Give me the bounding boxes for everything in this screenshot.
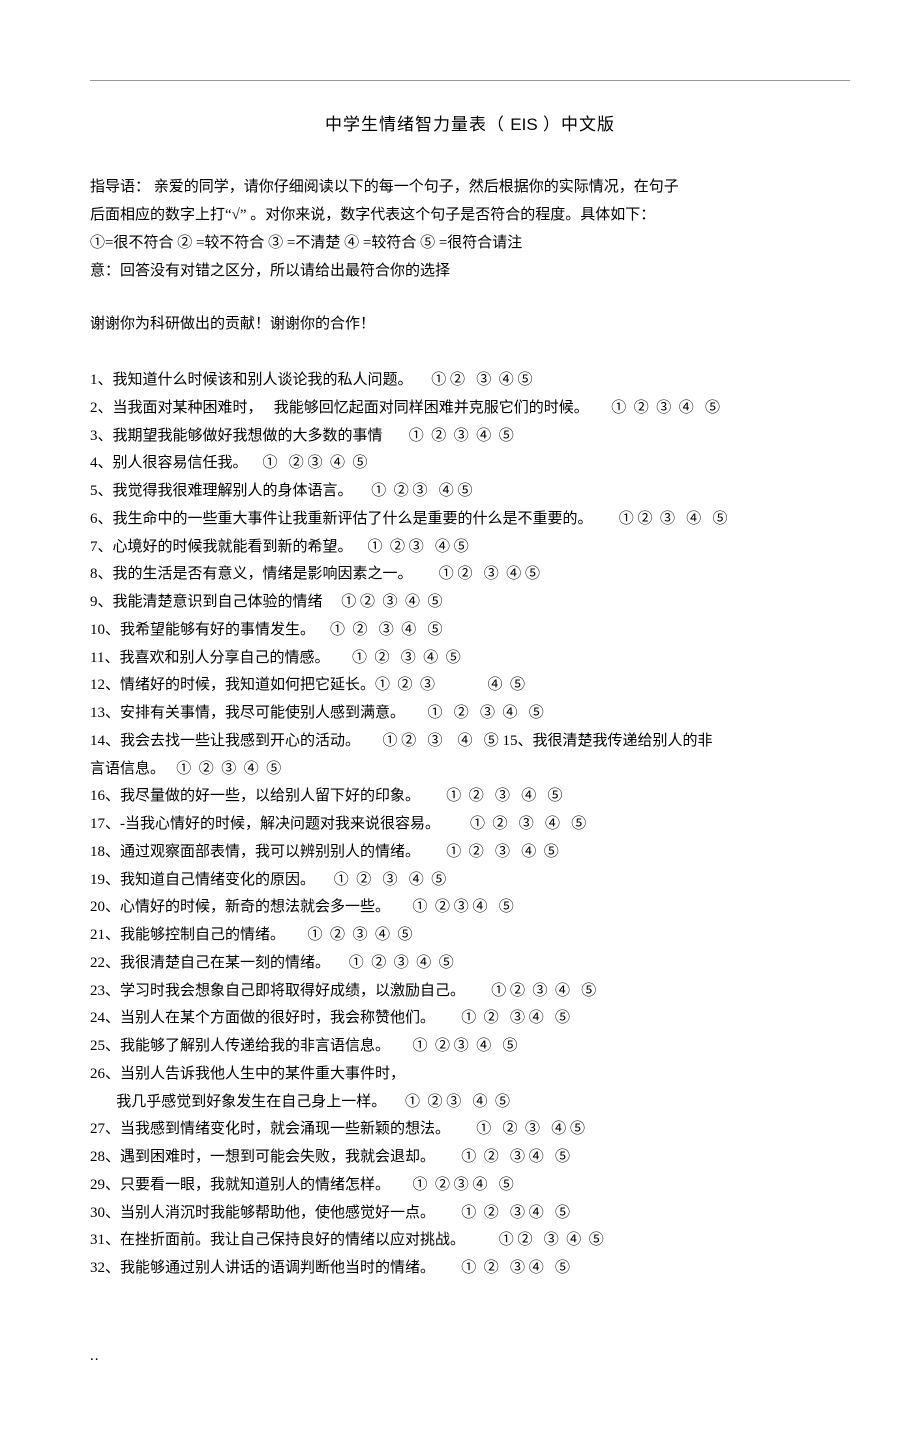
- item-line: 25、我能够了解别人传递给我的非言语信息。 ① ② ③ ④ ⑤: [90, 1033, 850, 1061]
- item-line: 23、学习时我会想象自己即将取得好成绩，以激励自己。 ① ② ③ ④ ⑤: [90, 978, 850, 1006]
- item-line: 5、我觉得我很难理解别人的身体语言。 ① ② ③ ④ ⑤: [90, 478, 850, 506]
- footer-dots: ..: [90, 1343, 850, 1371]
- document-title: 中学生情绪智力量表（ EIS ）中文版: [90, 109, 850, 140]
- instruction-line: ①=很不符合 ② =较不符合 ③ =不清楚 ④ =较符合 ⑤ =很符合请注: [90, 230, 850, 258]
- item-line: 2、当我面对某种困难时， 我能够回忆起面对同样困难并克服它们的时候。 ① ② ③…: [90, 395, 850, 423]
- item-line: 29、只要看一眼，我就知道别人的情绪怎样。 ① ② ③ ④ ⑤: [90, 1172, 850, 1200]
- item-line: 31、在挫折面前。我让自己保持良好的情绪以应对挑战。 ① ② ③ ④ ⑤: [90, 1227, 850, 1255]
- item-line: 我几乎感觉到好象发生在自己身上一样。 ① ② ③ ④ ⑤: [90, 1089, 850, 1117]
- item-line: 26、当别人告诉我他人生中的某件重大事件时，: [90, 1061, 850, 1089]
- thanks-line: 谢谢你为科研做出的贡献！谢谢你的合作！: [90, 311, 850, 339]
- item-line: 28、遇到困难时，一想到可能会失败，我就会退却。 ① ② ③ ④ ⑤: [90, 1144, 850, 1172]
- item-line: 3、我期望我能够做好我想做的大多数的事情 ① ② ③ ④ ⑤: [90, 423, 850, 451]
- questionnaire-items: 1、我知道什么时候该和别人谈论我的私人问题。 ① ② ③ ④ ⑤ 2、当我面对某…: [90, 367, 850, 1283]
- item-line: 16、我尽量做的好一些，以给别人留下好的印象。 ① ② ③ ④ ⑤: [90, 783, 850, 811]
- title-pre: 中学生情绪智力量表（: [325, 115, 505, 134]
- item-line: 1、我知道什么时候该和别人谈论我的私人问题。 ① ② ③ ④ ⑤: [90, 367, 850, 395]
- item-line: 6、我生命中的一些重大事件让我重新评估了什么是重要的什么是不重要的。 ① ② ③…: [90, 506, 850, 534]
- item-line: 20、心情好的时候，新奇的想法就会多一些。 ① ② ③ ④ ⑤: [90, 894, 850, 922]
- item-line: 4、别人很容易信任我。 ① ② ③ ④ ⑤: [90, 450, 850, 478]
- item-line: 11、我喜欢和别人分享自己的情感。 ① ② ③ ④ ⑤: [90, 645, 850, 673]
- item-line: 24、当别人在某个方面做的很好时，我会称赞他们。 ① ② ③ ④ ⑤: [90, 1005, 850, 1033]
- item-line: 18、通过观察面部表情，我可以辨别别人的情绪。 ① ② ③ ④ ⑤: [90, 839, 850, 867]
- item-line: 10、我希望能够有好的事情发生。 ① ② ③ ④ ⑤: [90, 617, 850, 645]
- item-line: 32、我能够通过别人讲话的语调判断他当时的情绪。 ① ② ③ ④ ⑤: [90, 1255, 850, 1283]
- item-line: 21、我能够控制自己的情绪。 ① ② ③ ④ ⑤: [90, 922, 850, 950]
- title-post: ）中文版: [543, 115, 615, 134]
- instructions-block: 指导语： 亲爱的同学，请你仔细阅读以下的每一个句子，然后根据你的实际情况，在句子…: [90, 174, 850, 285]
- instruction-line: 指导语： 亲爱的同学，请你仔细阅读以下的每一个句子，然后根据你的实际情况，在句子: [90, 174, 850, 202]
- item-line: 13、安排有关事情，我尽可能使别人感到满意。 ① ② ③ ④ ⑤: [90, 700, 850, 728]
- item-line: 言语信息。 ① ② ③ ④ ⑤: [90, 756, 850, 784]
- page-top-rule: [90, 80, 850, 81]
- item-line: 17、-当我心情好的时候，解决问题对我来说很容易。 ① ② ③ ④ ⑤: [90, 811, 850, 839]
- item-line: 22、我很清楚自己在某一刻的情绪。 ① ② ③ ④ ⑤: [90, 950, 850, 978]
- item-line: 8、我的生活是否有意义，情绪是影响因素之一。 ① ② ③ ④ ⑤: [90, 561, 850, 589]
- instruction-line: 意：回答没有对错之区分，所以请给出最符合你的选择: [90, 258, 850, 286]
- title-en: EIS: [510, 115, 537, 134]
- item-line: 19、我知道自己情绪变化的原因。 ① ② ③ ④ ⑤: [90, 867, 850, 895]
- item-line: 7、心境好的时候我就能看到新的希望。 ① ② ③ ④ ⑤: [90, 534, 850, 562]
- instruction-line: 后面相应的数字上打“√” 。对你来说，数字代表这个句子是否符合的程度。具体如下：: [90, 202, 850, 230]
- item-line: 9、我能清楚意识到自己体验的情绪 ① ② ③ ④ ⑤: [90, 589, 850, 617]
- item-line: 14、我会去找一些让我感到开心的活动。 ① ② ③ ④ ⑤ 15、我很清楚我传递…: [90, 728, 850, 756]
- item-line: 30、当别人消沉时我能够帮助他，使他感觉好一点。 ① ② ③ ④ ⑤: [90, 1200, 850, 1228]
- item-line: 12、情绪好的时候，我知道如何把它延长。① ② ③ ④ ⑤: [90, 672, 850, 700]
- item-line: 27、当我感到情绪变化时，就会涌现一些新颖的想法。 ① ② ③ ④ ⑤: [90, 1116, 850, 1144]
